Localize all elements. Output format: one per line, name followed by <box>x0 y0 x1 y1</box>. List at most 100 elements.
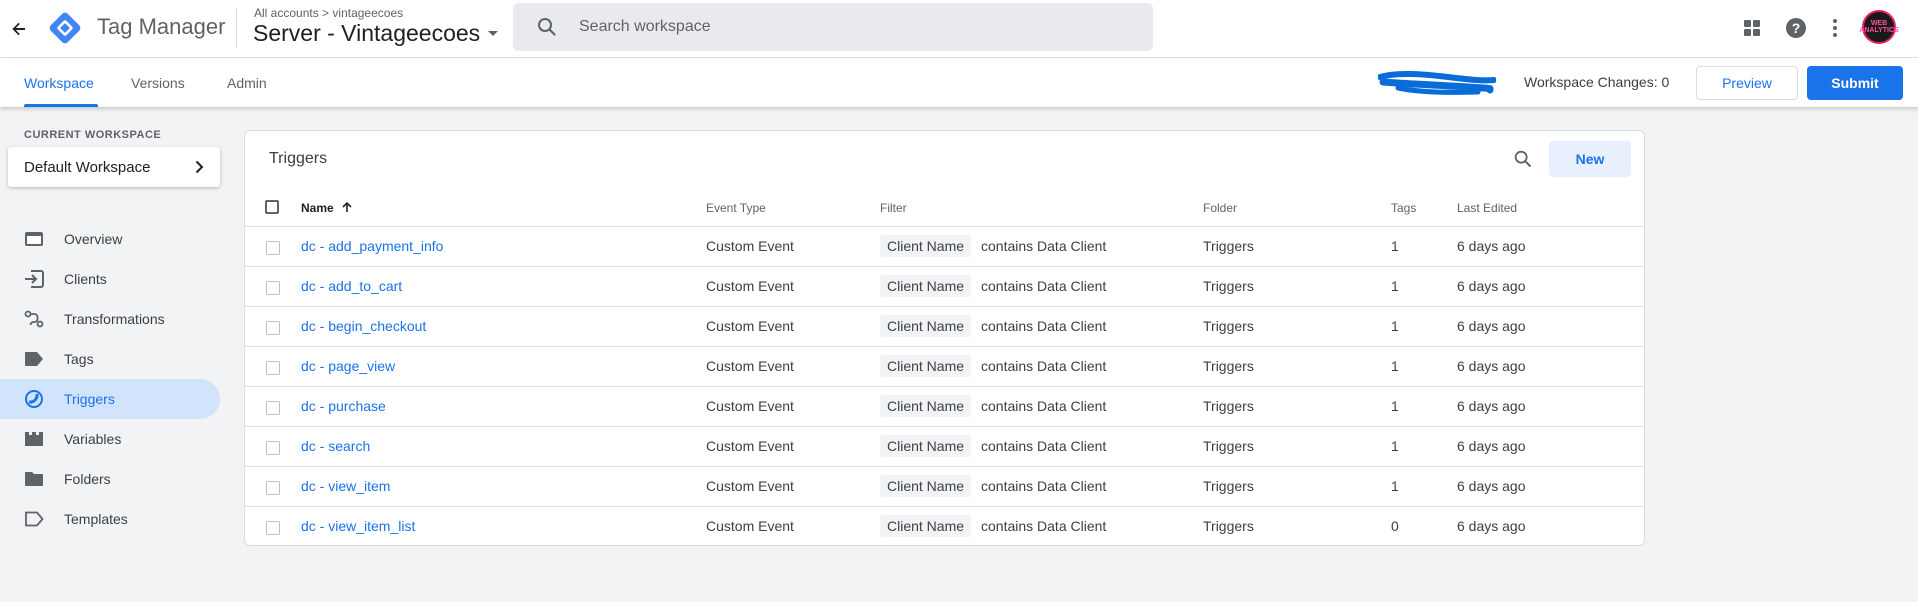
trigger-name-link[interactable]: dc - add_payment_info <box>301 238 443 254</box>
row-checkbox[interactable] <box>266 321 280 335</box>
column-header-folder[interactable]: Folder <box>1203 201 1237 215</box>
select-all-checkbox[interactable] <box>265 200 279 214</box>
folder-name: Triggers <box>1203 278 1254 294</box>
top-app-bar: Tag Manager All accounts > vintageecoes … <box>0 0 1918 58</box>
table-header: Name Event Type Filter Folder Tags Last … <box>245 187 1644 227</box>
last-edited: 6 days ago <box>1457 238 1526 254</box>
breadcrumb-all-accounts[interactable]: All accounts <box>254 6 319 20</box>
row-checkbox[interactable] <box>266 281 280 295</box>
trigger-name-link[interactable]: dc - add_to_cart <box>301 278 402 294</box>
filter-condition: contains Data Client <box>981 438 1107 454</box>
trigger-icon <box>24 389 44 409</box>
filter-condition: contains Data Client <box>981 478 1107 494</box>
filter-variable-chip: Client Name <box>880 355 972 377</box>
last-edited: 6 days ago <box>1457 318 1526 334</box>
svg-text:?: ? <box>1792 20 1801 36</box>
trigger-name-link[interactable]: dc - view_item_list <box>301 518 415 534</box>
preview-button[interactable]: Preview <box>1696 66 1798 100</box>
breadcrumb: All accounts > vintageecoes <box>254 6 403 20</box>
trigger-name-link[interactable]: dc - begin_checkout <box>301 318 426 334</box>
last-edited: 6 days ago <box>1457 358 1526 374</box>
more-vert-icon[interactable] <box>1822 15 1848 41</box>
column-header-tags[interactable]: Tags <box>1391 201 1416 215</box>
table-row[interactable]: dc - add_payment_info Custom Event Clien… <box>245 227 1644 267</box>
table-row[interactable]: dc - page_view Custom Event Client Name … <box>245 347 1644 387</box>
row-checkbox[interactable] <box>266 241 280 255</box>
sidebar-item-folders[interactable]: Folders <box>0 459 220 499</box>
folder-name: Triggers <box>1203 358 1254 374</box>
sort-ascending-icon <box>342 201 352 212</box>
last-edited: 6 days ago <box>1457 438 1526 454</box>
row-checkbox[interactable] <box>266 521 280 535</box>
sidebar-item-label: Tags <box>64 351 94 367</box>
breadcrumb-account[interactable]: vintageecoes <box>332 6 403 20</box>
trigger-name-link[interactable]: dc - view_item <box>301 478 390 494</box>
product-name: Tag Manager <box>97 14 226 39</box>
tab-versions[interactable]: Versions <box>131 75 185 91</box>
sidebar-item-label: Overview <box>64 231 123 247</box>
tag-manager-logo-icon[interactable] <box>48 11 82 45</box>
sidebar-item-overview[interactable]: Overview <box>0 219 220 259</box>
clients-icon <box>24 269 44 289</box>
tags-count: 1 <box>1391 438 1399 454</box>
sidebar-item-clients[interactable]: Clients <box>0 259 220 299</box>
search-input[interactable] <box>577 17 1141 37</box>
container-selector[interactable]: Server - Vintageecoes <box>253 20 499 47</box>
sub-navigation: Workspace Versions Admin Workspace Chang… <box>0 58 1918 107</box>
sidebar-item-label: Clients <box>64 271 107 287</box>
workspace-changes-count[interactable]: Workspace Changes: 0 <box>1524 74 1669 90</box>
tab-workspace[interactable]: Workspace <box>24 75 94 91</box>
filter-variable-chip: Client Name <box>880 315 972 337</box>
container-name: Server - Vintageecoes <box>253 20 481 46</box>
table-row[interactable]: dc - purchase Custom Event Client Name c… <box>245 387 1644 427</box>
dropdown-caret-icon <box>488 31 499 36</box>
sidebar-item-label: Transformations <box>64 311 165 327</box>
header-divider <box>236 8 237 48</box>
sidebar-item-templates[interactable]: Templates <box>0 499 220 539</box>
trigger-name-link[interactable]: dc - search <box>301 438 370 454</box>
trigger-name-link[interactable]: dc - purchase <box>301 398 386 414</box>
avatar[interactable]: WEB ANALYTICS <box>1859 10 1899 44</box>
table-row[interactable]: dc - view_item Custom Event Client Name … <box>245 467 1644 507</box>
filter-condition: contains Data Client <box>981 318 1107 334</box>
table-row[interactable]: dc - add_to_cart Custom Event Client Nam… <box>245 267 1644 307</box>
back-arrow-icon[interactable] <box>6 16 32 42</box>
chevron-right-icon <box>195 160 204 174</box>
template-icon <box>24 509 44 529</box>
search-icon[interactable] <box>1509 145 1537 173</box>
workspace-selector[interactable]: Default Workspace <box>8 147 220 187</box>
tab-admin[interactable]: Admin <box>227 75 267 91</box>
column-header-last-edited[interactable]: Last Edited <box>1457 201 1517 215</box>
sidebar-item-triggers[interactable]: Triggers <box>0 379 220 419</box>
table-row[interactable]: dc - begin_checkout Custom Event Client … <box>245 307 1644 347</box>
row-checkbox[interactable] <box>266 441 280 455</box>
column-header-event-type[interactable]: Event Type <box>706 201 766 215</box>
help-icon[interactable]: ? <box>1783 15 1809 41</box>
tags-count: 1 <box>1391 318 1399 334</box>
event-type: Custom Event <box>706 278 794 294</box>
folder-name: Triggers <box>1203 398 1254 414</box>
filter-variable-chip: Client Name <box>880 275 972 297</box>
tags-count: 1 <box>1391 358 1399 374</box>
search-bar[interactable] <box>513 3 1153 51</box>
variables-icon <box>24 429 44 449</box>
last-edited: 6 days ago <box>1457 518 1526 534</box>
row-checkbox[interactable] <box>266 361 280 375</box>
row-checkbox[interactable] <box>266 401 280 415</box>
trigger-name-link[interactable]: dc - page_view <box>301 358 395 374</box>
column-header-name[interactable]: Name <box>301 201 353 215</box>
filter-condition: contains Data Client <box>981 358 1107 374</box>
sidebar-item-tags[interactable]: Tags <box>0 339 220 379</box>
column-header-filter[interactable]: Filter <box>880 201 907 215</box>
new-trigger-button[interactable]: New <box>1549 141 1631 177</box>
sidebar-item-variables[interactable]: Variables <box>0 419 220 459</box>
submit-button[interactable]: Submit <box>1807 66 1903 100</box>
event-type: Custom Event <box>706 398 794 414</box>
row-checkbox[interactable] <box>266 481 280 495</box>
apps-grid-icon[interactable] <box>1739 15 1765 41</box>
table-row[interactable]: dc - search Custom Event Client Name con… <box>245 427 1644 467</box>
sidebar-item-label: Folders <box>64 471 111 487</box>
transformations-icon <box>24 309 44 329</box>
table-row[interactable]: dc - view_item_list Custom Event Client … <box>245 507 1644 547</box>
sidebar-item-transformations[interactable]: Transformations <box>0 299 220 339</box>
